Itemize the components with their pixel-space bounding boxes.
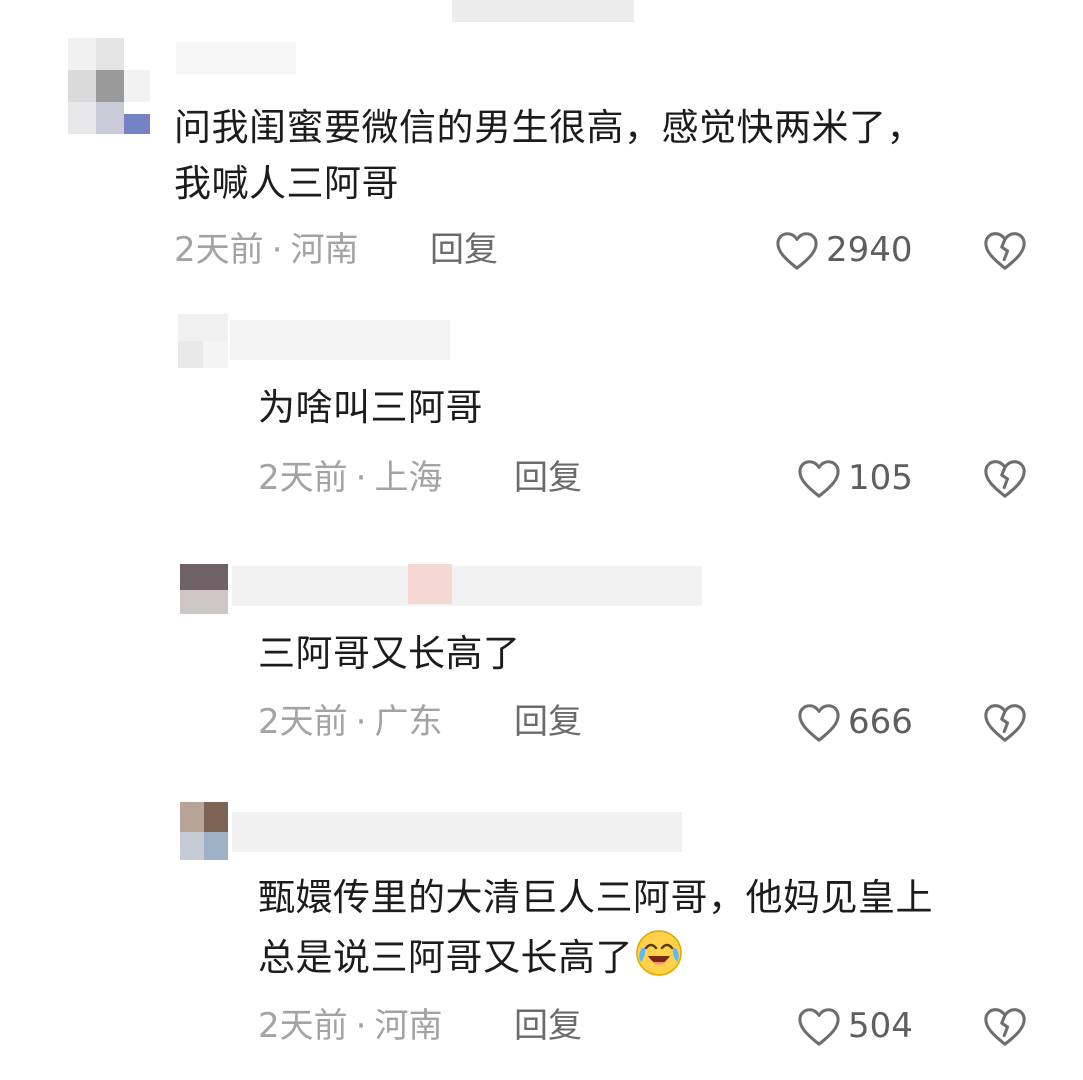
username[interactable] <box>232 566 702 606</box>
like-count: 504 <box>848 1006 913 1046</box>
like-count: 105 <box>848 458 913 498</box>
like-button[interactable]: 504 <box>796 1004 913 1048</box>
broken-heart-icon <box>984 232 1026 270</box>
username[interactable] <box>230 320 450 360</box>
comment-meta: 2天前 · 广东 <box>258 702 442 742</box>
timestamp: 2天前 <box>258 458 348 498</box>
dislike-button[interactable] <box>982 700 1028 744</box>
like-count: 666 <box>848 702 913 742</box>
like-button[interactable]: 2940 <box>774 228 913 272</box>
avatar[interactable] <box>68 38 150 134</box>
separator: · <box>271 230 283 270</box>
dislike-button[interactable] <box>982 228 1028 272</box>
heart-outline-icon <box>798 704 840 742</box>
comment-text: 问我闺蜜要微信的男生很高，感觉快两米了， 我喊人三阿哥 <box>174 106 924 205</box>
comment-meta: 2天前 · 河南 <box>258 1006 442 1046</box>
like-count: 2940 <box>826 230 913 270</box>
timestamp: 2天前 <box>258 702 348 742</box>
separator: · <box>355 458 367 498</box>
like-button[interactable]: 666 <box>796 700 913 744</box>
broken-heart-icon <box>984 460 1026 498</box>
like-button[interactable]: 105 <box>796 456 913 500</box>
reply-button[interactable]: 回复 <box>514 458 582 498</box>
heart-outline-icon <box>776 232 818 270</box>
comment-2: 为啥叫三阿哥 2天前 · 上海 回复 105 <box>0 300 1083 520</box>
blurred-badge <box>408 564 452 604</box>
broken-heart-icon <box>984 1008 1026 1046</box>
location: 广东 <box>374 702 443 742</box>
broken-heart-icon <box>984 704 1026 742</box>
separator: · <box>355 1006 367 1046</box>
avatar[interactable] <box>178 314 228 368</box>
comment-meta: 2天前 · 河南 <box>174 230 358 270</box>
username[interactable] <box>176 42 296 74</box>
dislike-button[interactable] <box>982 1004 1028 1048</box>
comment-3: 三阿哥又长高了 2天前 · 广东 回复 666 <box>0 548 1083 768</box>
timestamp: 2天前 <box>258 1006 348 1046</box>
comment-meta: 2天前 · 上海 <box>258 458 442 498</box>
heart-outline-icon <box>798 460 840 498</box>
reply-button[interactable]: 回复 <box>514 1006 582 1046</box>
timestamp: 2天前 <box>174 230 264 270</box>
heart-outline-icon <box>798 1008 840 1046</box>
separator: · <box>355 702 367 742</box>
location: 上海 <box>374 458 443 498</box>
comment-4: 甄嬛传里的大清巨人三阿哥，他妈见皇上 总是说三阿哥又长高了 2天前 · 河南 回复 … <box>0 796 1083 1080</box>
crying-laughing-emoji-icon <box>636 930 682 976</box>
location: 河南 <box>374 1006 443 1046</box>
comment-text: 三阿哥又长高了 <box>258 632 521 675</box>
username[interactable] <box>232 812 682 852</box>
comment-text: 甄嬛传里的大清巨人三阿哥，他妈见皇上 总是说三阿哥又长高了 <box>258 876 933 979</box>
reply-button[interactable]: 回复 <box>514 702 582 742</box>
comment-1: 问我闺蜜要微信的男生很高，感觉快两米了， 我喊人三阿哥 2天前 · 河南 回复 29… <box>0 0 1083 290</box>
avatar[interactable] <box>180 802 228 860</box>
avatar[interactable] <box>180 564 228 614</box>
location: 河南 <box>290 230 359 270</box>
comment-text: 为啥叫三阿哥 <box>258 386 483 429</box>
dislike-button[interactable] <box>982 456 1028 500</box>
reply-button[interactable]: 回复 <box>430 230 498 270</box>
